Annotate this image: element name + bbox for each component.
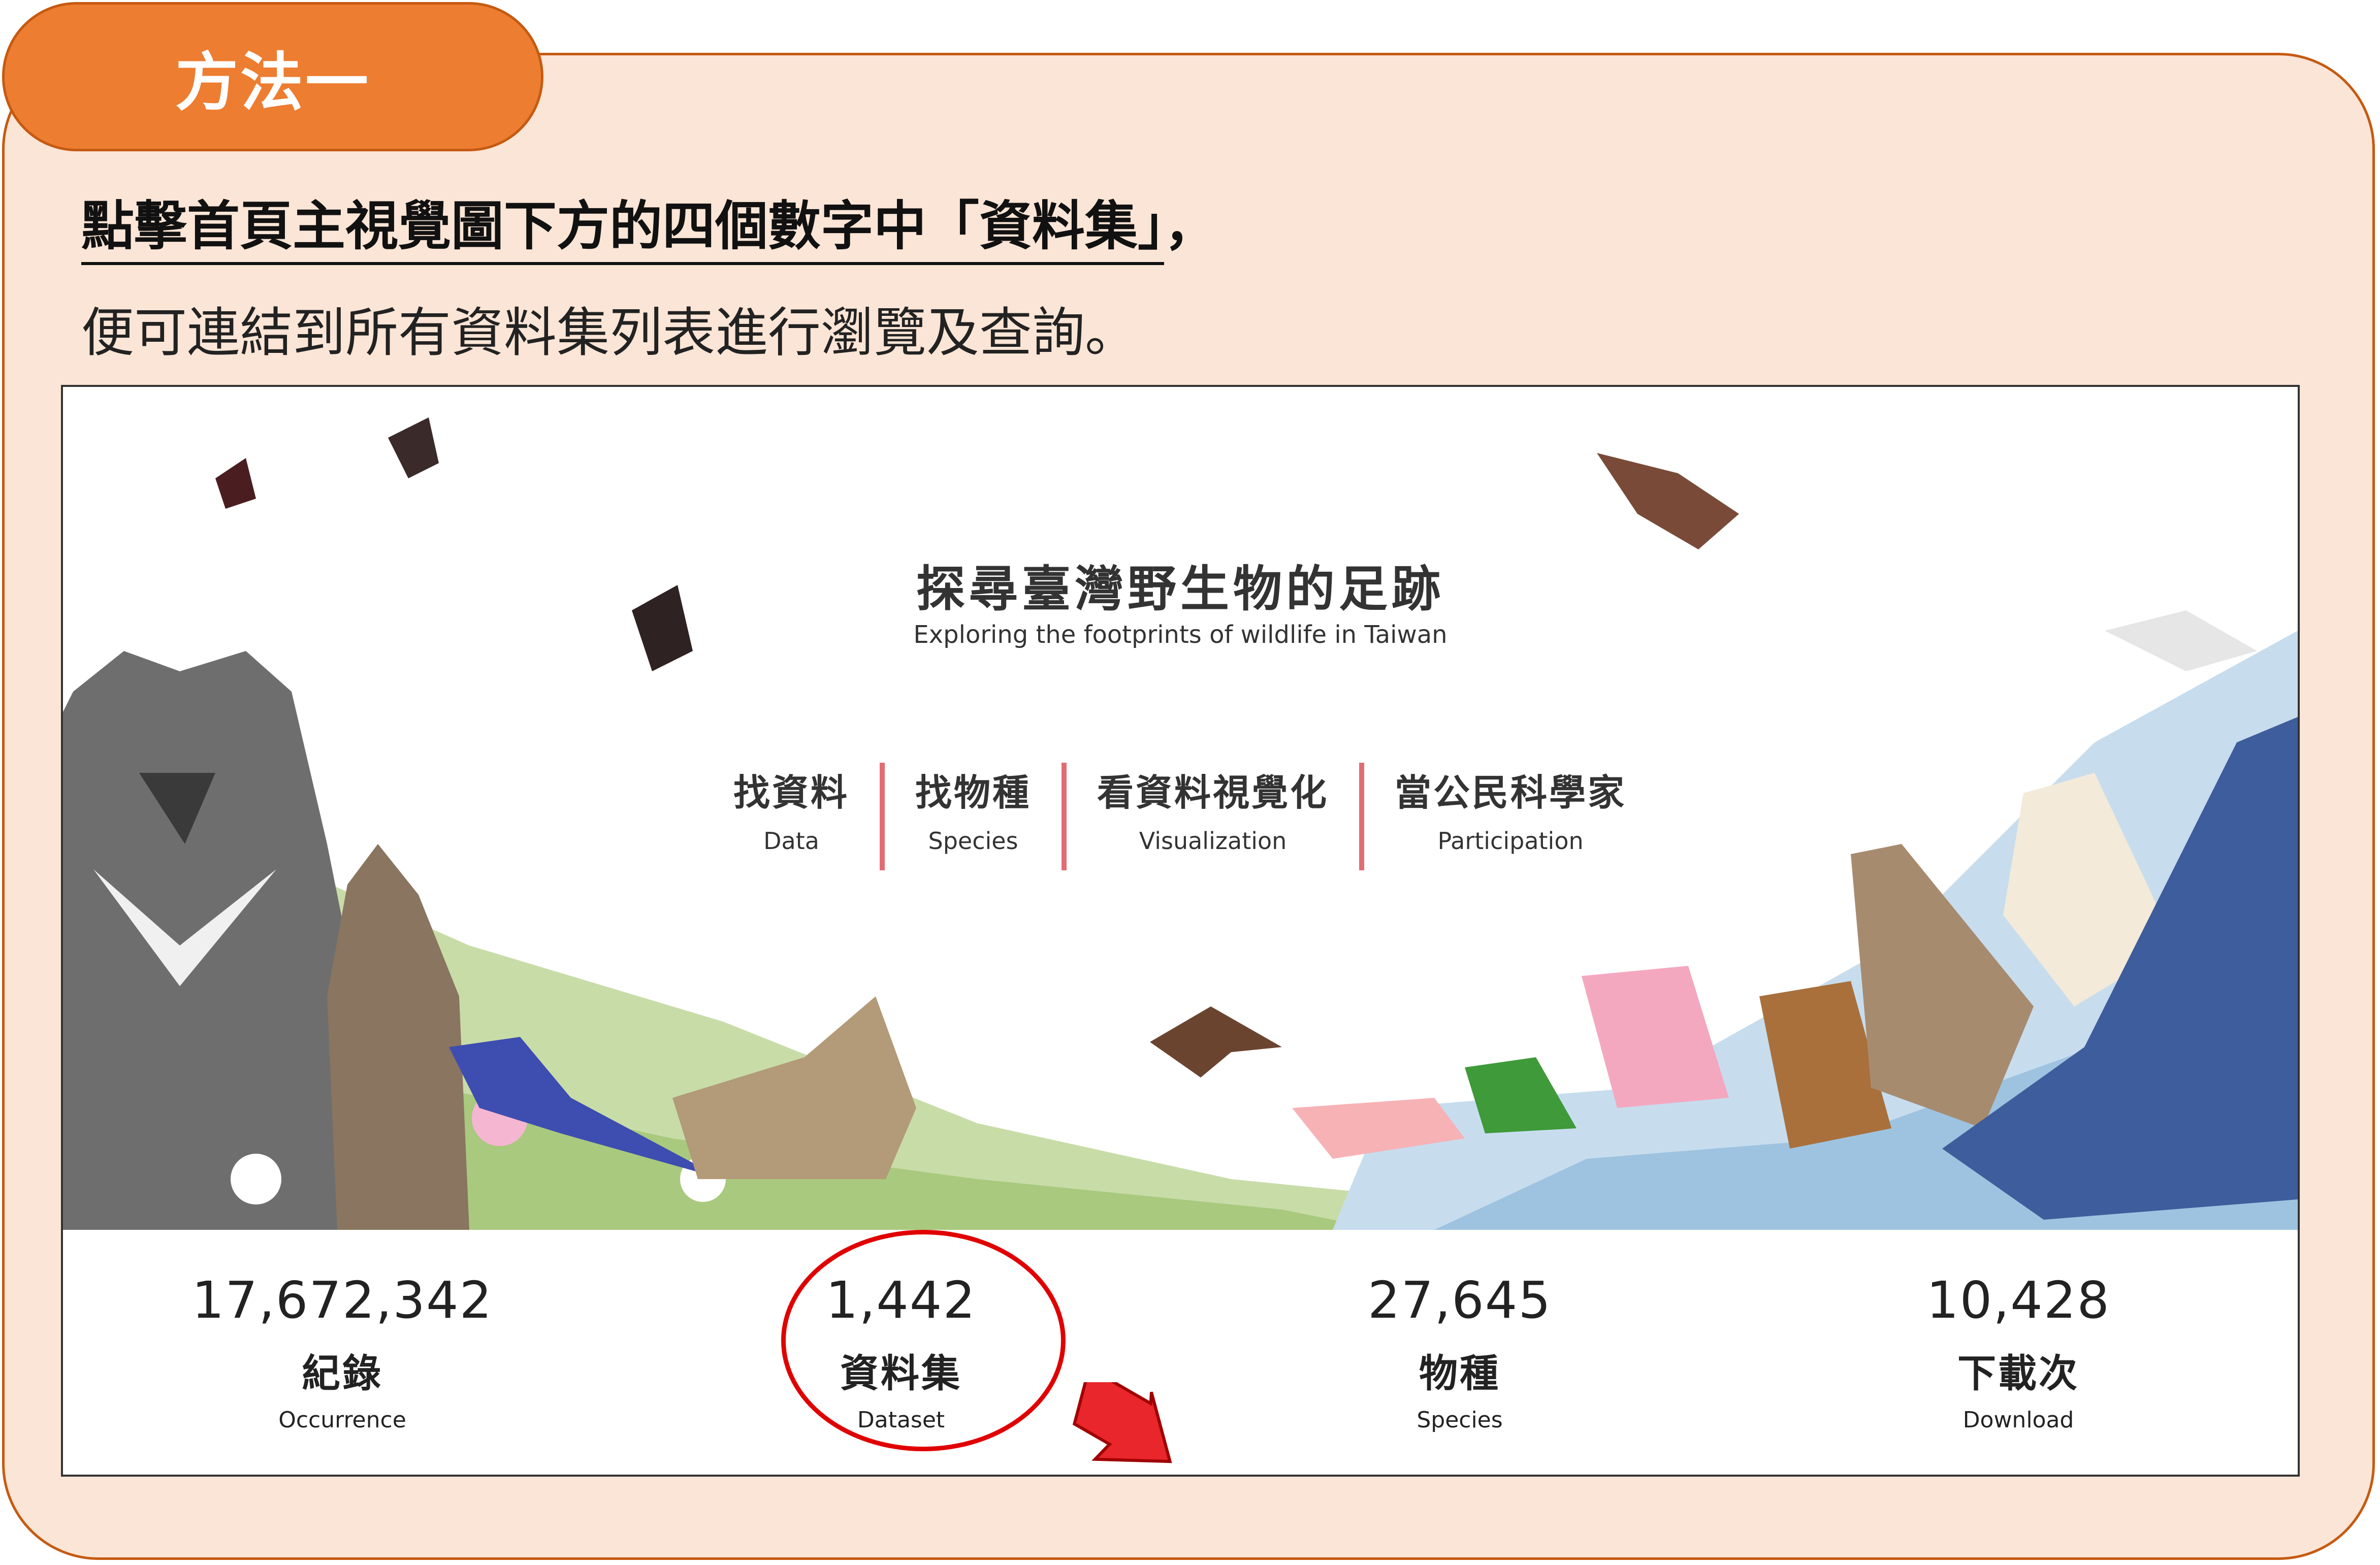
highlight-circle bbox=[781, 1230, 1066, 1451]
flower-icon bbox=[231, 1154, 281, 1204]
nav-item-label: 看資料視覺化 bbox=[1097, 771, 1329, 814]
stat-sublabel: Occurrence bbox=[278, 1407, 406, 1433]
arrow-pointer-icon bbox=[1072, 1382, 1172, 1463]
nav-item-label: 找物種 bbox=[915, 771, 1032, 814]
stat-value: 10,428 bbox=[1926, 1270, 2110, 1330]
stat-download[interactable]: 10,428 下載次 Download bbox=[1739, 1270, 2298, 1433]
nav-item-visualization[interactable]: 看資料視覺化 Visualization bbox=[1067, 763, 1365, 870]
bear-icon bbox=[63, 651, 368, 1230]
method-tab-label: 方法一 bbox=[175, 46, 370, 119]
stat-label: 物種 bbox=[1419, 1351, 1500, 1396]
nav-item-data[interactable]: 找資料 Data bbox=[703, 763, 885, 870]
hero-title: 探尋臺灣野生物的足跡 bbox=[916, 561, 1444, 617]
nav-item-sublabel: Species bbox=[928, 827, 1018, 855]
nav-item-participation[interactable]: 當公民科學家 Participation bbox=[1364, 763, 1657, 870]
stat-label: 紀錄 bbox=[302, 1351, 383, 1396]
stat-value: 17,672,342 bbox=[191, 1270, 493, 1330]
stat-species[interactable]: 27,645 物種 Species bbox=[1180, 1270, 1739, 1433]
instruction-line-1: 點擊首頁主視覺圖下方的四個數字中「資料集」， bbox=[81, 183, 1217, 265]
stat-label: 下載次 bbox=[1957, 1351, 2079, 1396]
coral-icon bbox=[1582, 966, 1729, 1108]
main-nav: 找資料 Data 找物種 Species 看資料視覺化 Visualizatio… bbox=[703, 763, 1657, 870]
instruction-line-1-underlined: 點擊首頁主視覺圖下方的四個數字中「資料集」 bbox=[81, 195, 1165, 265]
butterfly-icon bbox=[388, 417, 439, 478]
nav-item-species[interactable]: 找物種 Species bbox=[885, 763, 1067, 870]
stat-occurrence[interactable]: 17,672,342 紀錄 Occurrence bbox=[63, 1270, 622, 1433]
nav-item-sublabel: Visualization bbox=[1139, 827, 1287, 855]
nav-item-label: 當公民科學家 bbox=[1395, 771, 1627, 814]
stat-sublabel: Download bbox=[1963, 1407, 2074, 1433]
bat-icon bbox=[1150, 1006, 1282, 1078]
butterfly-icon bbox=[215, 458, 256, 509]
method-tab: 方法一 bbox=[2, 2, 543, 151]
hero-subtitle: Exploring the footprints of wildlife in … bbox=[913, 621, 1448, 649]
flying-squirrel-icon bbox=[1597, 453, 1739, 549]
nav-item-sublabel: Participation bbox=[1437, 827, 1584, 855]
nav-item-label: 找資料 bbox=[733, 771, 850, 814]
website-screenshot: 探尋臺灣野生物的足跡 Exploring the footprints of w… bbox=[61, 385, 2300, 1477]
instruction-line-2: 便可連結到所有資料集列表進行瀏覽及查詢。 bbox=[81, 302, 1138, 364]
stat-value: 27,645 bbox=[1368, 1270, 1552, 1330]
instruction-line-1-tail: ， bbox=[1164, 195, 1217, 257]
nav-item-sublabel: Data bbox=[763, 827, 819, 855]
deer-icon bbox=[327, 844, 469, 1230]
stat-sublabel: Species bbox=[1417, 1407, 1503, 1433]
